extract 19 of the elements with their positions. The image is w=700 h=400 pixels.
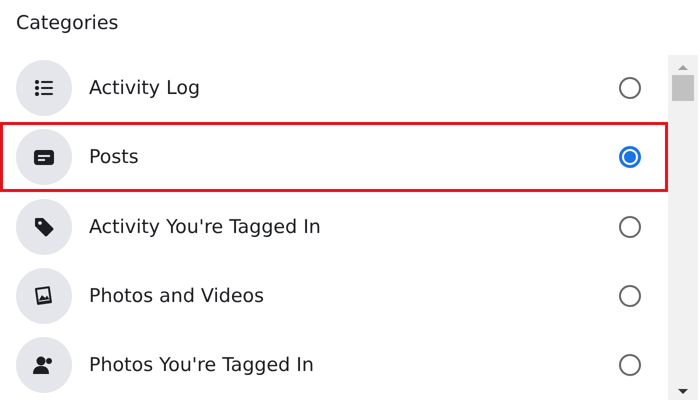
category-row[interactable]: Photos You're Tagged In [0, 330, 668, 400]
category-row[interactable]: Photos and Videos [0, 261, 668, 331]
category-label: Activity You're Tagged In [89, 216, 322, 238]
category-label: Posts [89, 146, 140, 168]
category-row[interactable]: Activity You're Tagged In [0, 192, 668, 262]
radio-button[interactable] [619, 146, 641, 168]
section-heading: Categories [15, 11, 120, 36]
category-label: Photos and Videos [89, 284, 266, 307]
scrollbar[interactable] [668, 55, 698, 400]
category-label: Photos You're Tagged In [89, 354, 315, 376]
radio-button[interactable] [619, 76, 641, 99]
category-row[interactable]: Posts [0, 122, 668, 192]
category-row[interactable]: Activity Log [0, 53, 668, 122]
category-label: Activity Log [89, 76, 202, 99]
radio-button[interactable] [619, 354, 641, 376]
radio-button[interactable] [619, 284, 641, 307]
radio-button[interactable] [619, 216, 641, 238]
scroll-down-icon[interactable] [677, 388, 689, 396]
scroll-thumb[interactable] [672, 75, 694, 101]
